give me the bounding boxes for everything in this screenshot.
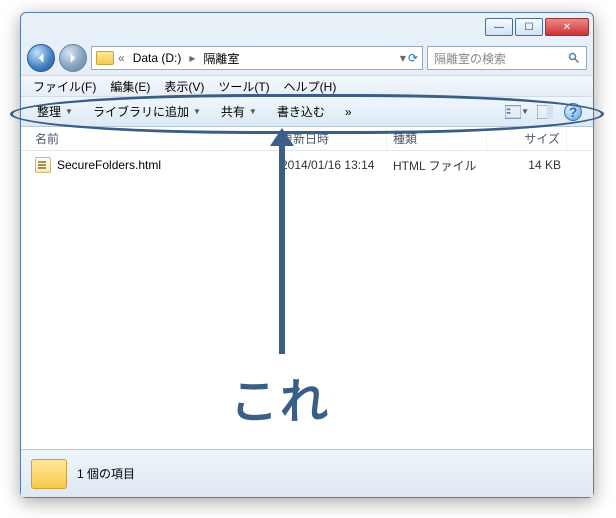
search-placeholder: 隔離室の検索 (434, 50, 506, 67)
status-bar: 1 個の項目 (21, 449, 593, 497)
minimize-button[interactable]: — (485, 18, 513, 36)
arrow-right-icon (67, 52, 79, 64)
add-to-library-button[interactable]: ライブラリに追加▼ (85, 100, 209, 123)
chevron-right-icon: ▸ (189, 51, 195, 65)
more-button[interactable]: » (337, 102, 360, 122)
toolbar: 整理▼ ライブラリに追加▼ 共有▼ 書き込む » ▼ ? (21, 97, 593, 127)
view-options-button[interactable]: ▼ (505, 102, 529, 122)
menu-tools[interactable]: ツール(T) (212, 76, 275, 97)
breadcrumb[interactable]: « Data (D:) ▸ 隔離室 ▾ ⟳ (91, 46, 423, 70)
write-button[interactable]: 書き込む (269, 100, 333, 123)
column-header-type[interactable]: 種類 (387, 127, 487, 150)
file-type-cell: HTML ファイル (387, 157, 487, 174)
folder-icon (31, 459, 67, 489)
column-header-size[interactable]: サイズ (487, 127, 567, 150)
forward-button[interactable] (59, 44, 87, 72)
share-button[interactable]: 共有▼ (213, 100, 265, 123)
nav-row: « Data (D:) ▸ 隔離室 ▾ ⟳ 隔離室の検索 (21, 41, 593, 75)
titlebar: — ☐ ✕ (21, 13, 593, 41)
help-icon: ? (564, 103, 582, 121)
breadcrumb-drive[interactable]: Data (D:) (127, 47, 188, 69)
search-icon (568, 52, 580, 64)
view-icon (505, 105, 521, 119)
back-button[interactable] (27, 44, 55, 72)
file-name-cell: SecureFolders.html (29, 157, 275, 173)
table-row[interactable]: SecureFolders.html 2014/01/16 13:14 HTML… (21, 155, 593, 175)
chevron-down-icon: ▼ (193, 107, 201, 116)
maximize-button[interactable]: ☐ (515, 18, 543, 36)
chevron-down-icon: ▼ (65, 107, 73, 116)
menu-edit[interactable]: 編集(E) (104, 76, 156, 97)
help-button[interactable]: ? (561, 102, 585, 122)
pane-icon (537, 105, 553, 119)
annotation-arrow (279, 144, 285, 354)
file-date-cell: 2014/01/16 13:14 (275, 158, 387, 172)
menubar: ファイル(F) 編集(E) 表示(V) ツール(T) ヘルプ(H) (21, 75, 593, 97)
refresh-icon[interactable]: ⟳ (408, 51, 418, 65)
close-button[interactable]: ✕ (545, 18, 589, 36)
breadcrumb-chevron: « (118, 51, 125, 65)
menu-file[interactable]: ファイル(F) (27, 76, 102, 97)
file-size-cell: 14 KB (487, 158, 567, 172)
organize-button[interactable]: 整理▼ (29, 100, 81, 123)
breadcrumb-folder[interactable]: 隔離室 (197, 47, 245, 69)
chevron-down-icon[interactable]: ▾ (400, 51, 406, 65)
folder-icon (96, 51, 114, 65)
preview-pane-button[interactable] (533, 102, 557, 122)
status-count: 1 個の項目 (77, 465, 135, 482)
arrow-left-icon (35, 52, 47, 64)
column-header-name[interactable]: 名前 (29, 127, 275, 150)
chevron-down-icon: ▼ (249, 107, 257, 116)
menu-help[interactable]: ヘルプ(H) (278, 76, 343, 97)
search-input[interactable]: 隔離室の検索 (427, 46, 587, 70)
column-header-row: 名前 更新日時 種類 サイズ (21, 127, 593, 151)
annotation-label: これ (230, 362, 330, 432)
menu-view[interactable]: 表示(V) (158, 76, 210, 97)
html-file-icon (35, 157, 51, 173)
chevron-down-icon: ▼ (521, 107, 529, 116)
